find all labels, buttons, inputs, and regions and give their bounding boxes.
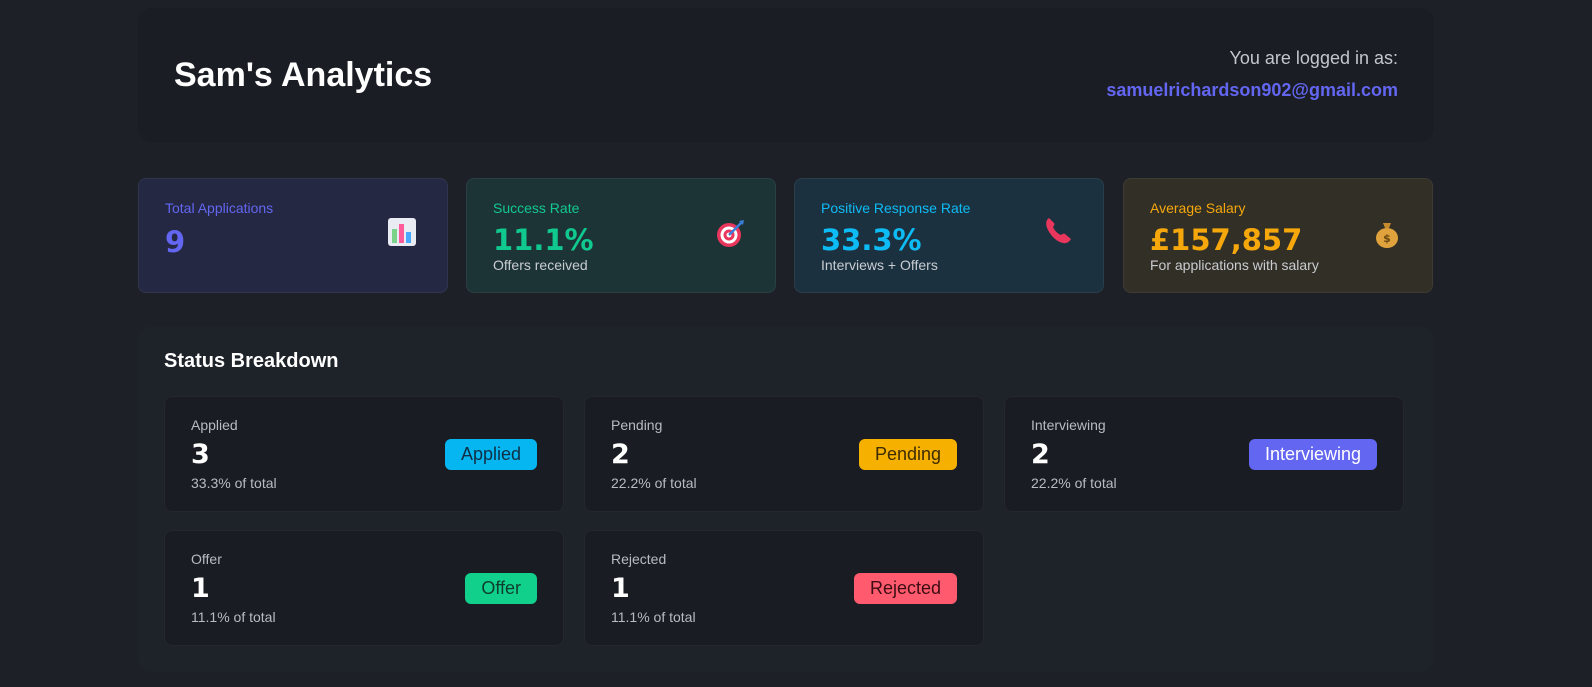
status-breakdown-panel: Status Breakdown Applied 3 33.3% of tota… xyxy=(138,326,1434,672)
bar-chart-icon xyxy=(387,217,417,247)
login-label: You are logged in as: xyxy=(1229,48,1398,68)
stat-label: Success Rate xyxy=(493,200,580,216)
stat-value: £157,857 xyxy=(1150,223,1303,257)
status-name: Interviewing xyxy=(1031,417,1106,433)
stat-label: Total Applications xyxy=(165,200,274,216)
status-card-offer: Offer 1 11.1% of total Offer xyxy=(164,530,564,646)
status-count: 2 xyxy=(611,439,630,470)
status-badge: Applied xyxy=(444,439,537,470)
status-name: Rejected xyxy=(611,551,667,567)
status-count: 3 xyxy=(191,439,210,470)
status-count: 1 xyxy=(611,573,630,604)
status-badge: Offer xyxy=(465,573,537,604)
target-icon xyxy=(715,219,745,249)
stat-label: Average Salary xyxy=(1150,200,1246,216)
page-title: Sam's Analytics xyxy=(174,56,433,94)
stat-value: 9 xyxy=(165,225,186,259)
stat-subtext: Offers received xyxy=(493,257,588,273)
status-percentage: 11.1% of total xyxy=(191,609,276,625)
stat-label: Positive Response Rate xyxy=(821,200,971,216)
status-count: 2 xyxy=(1031,439,1050,470)
stat-card-positive-response-rate: Positive Response Rate 33.3% Interviews … xyxy=(794,178,1104,293)
page-header: Sam's Analytics You are logged in as: sa… xyxy=(138,8,1434,142)
stat-card-average-salary: Average Salary £157,857 For applications… xyxy=(1123,178,1433,293)
status-name: Applied xyxy=(191,417,238,433)
svg-text:$: $ xyxy=(1383,232,1391,245)
stat-value: 33.3% xyxy=(821,223,922,257)
status-name: Pending xyxy=(611,417,663,433)
status-percentage: 22.2% of total xyxy=(611,475,697,491)
status-percentage: 11.1% of total xyxy=(611,609,696,625)
section-title: Status Breakdown xyxy=(164,350,339,372)
money-bag-icon: $ xyxy=(1372,219,1402,249)
status-percentage: 33.3% of total xyxy=(191,475,277,491)
status-card-interviewing: Interviewing 2 22.2% of total Interviewi… xyxy=(1004,396,1404,512)
user-email-link[interactable]: samuelrichardson902@gmail.com xyxy=(1106,80,1398,101)
status-badge: Rejected xyxy=(853,573,957,604)
status-percentage: 22.2% of total xyxy=(1031,475,1117,491)
stat-value: 11.1% xyxy=(493,223,594,257)
phone-icon xyxy=(1043,215,1073,245)
status-card-pending: Pending 2 22.2% of total Pending xyxy=(584,396,984,512)
status-card-rejected: Rejected 1 11.1% of total Rejected xyxy=(584,530,984,646)
status-name: Offer xyxy=(191,551,222,567)
stat-card-total-applications: Total Applications 9 xyxy=(138,178,448,293)
stat-subtext: Interviews + Offers xyxy=(821,257,938,273)
stat-card-success-rate: Success Rate 11.1% Offers received xyxy=(466,178,776,293)
status-badge: Interviewing xyxy=(1248,439,1377,470)
status-badge: Pending xyxy=(858,439,957,470)
status-card-applied: Applied 3 33.3% of total Applied xyxy=(164,396,564,512)
status-count: 1 xyxy=(191,573,210,604)
stat-subtext: For applications with salary xyxy=(1150,257,1319,273)
